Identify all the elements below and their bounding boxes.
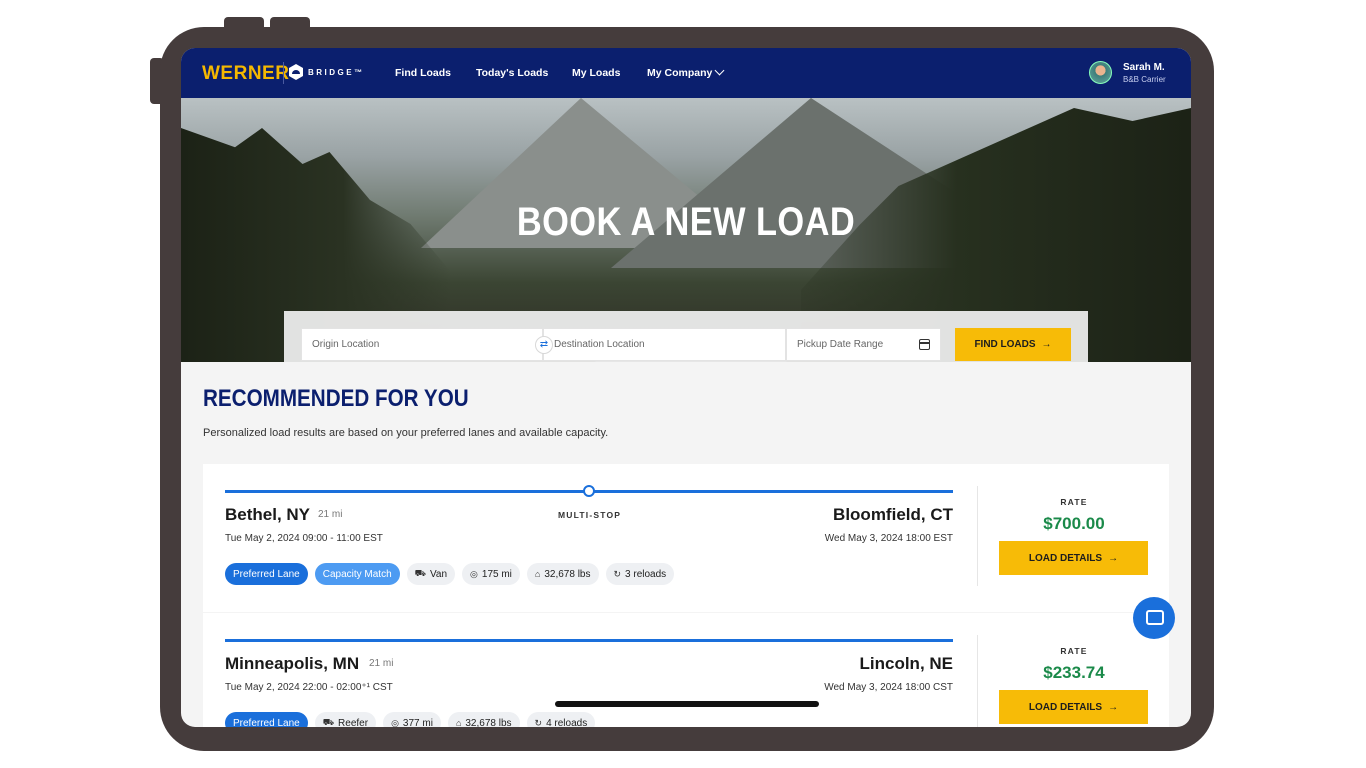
reloads-label: 4 reloads: [546, 717, 588, 728]
nav-find-loads[interactable]: Find Loads: [395, 67, 451, 79]
section-subtitle: Personalized load results are based on y…: [203, 427, 609, 439]
load-tags: Preferred Lane Capacity Match ⛟ Van ◎ 175 …: [225, 563, 675, 585]
route-line: [225, 639, 953, 642]
load-details-button[interactable]: LOAD DETAILS →: [999, 690, 1148, 724]
pickup-placeholder: Pickup Date Range: [797, 339, 884, 350]
route-icon: ◎: [470, 568, 478, 579]
arrow-right-icon: →: [1041, 339, 1052, 350]
weight-chip: ⌂ 32,678 lbs: [447, 712, 520, 728]
origin-city: Bethel, NY: [225, 505, 311, 524]
calendar-icon[interactable]: [919, 339, 930, 350]
pickup-datetime: Tue May 2, 2024 09:00 - 11:00 EST: [225, 533, 383, 544]
weight-label: 32,678 lbs: [544, 568, 591, 580]
bridge-logo-text: BRIDGE™: [308, 67, 365, 77]
top-nav: WERNER BRIDGE™ Find Loads Today's Loads …: [181, 48, 1191, 98]
origin-city: Minneapolis, MN: [225, 654, 360, 673]
nav-todays-loads[interactable]: Today's Loads: [476, 67, 548, 79]
home-indicator[interactable]: [555, 701, 819, 707]
distance-chip: ◎ 377 mi: [383, 712, 441, 727]
weight-icon: ⌂: [534, 569, 541, 579]
truck-icon: ⛟: [322, 717, 335, 727]
rate-value: $233.74: [1043, 663, 1105, 682]
pickup-date-input[interactable]: Pickup Date Range: [786, 328, 941, 361]
rate-label: RATE: [1060, 646, 1088, 656]
rate-label: RATE: [1060, 497, 1088, 507]
distance-label: 175 mi: [481, 568, 512, 580]
card-divider: [977, 486, 978, 586]
arrow-right-icon: →: [1108, 701, 1119, 713]
equipment-label: Reefer: [338, 717, 369, 728]
stop-marker: [583, 485, 595, 497]
nav-my-company[interactable]: My Company: [647, 67, 712, 79]
hero-title: BOOK A NEW LOAD: [516, 200, 856, 244]
destination-input[interactable]: Destination Location: [543, 328, 786, 361]
hero-banner: BOOK A NEW LOAD Origin Location Destinat…: [181, 98, 1191, 362]
equipment-chip: ⛟ Van: [406, 563, 456, 585]
equipment-label: Van: [429, 568, 448, 580]
find-loads-label: FIND LOADS: [974, 339, 1036, 350]
chat-icon[interactable]: [1133, 597, 1175, 639]
tag-preferred-lane: Preferred Lane: [225, 563, 308, 585]
distance-chip: ◎ 175 mi: [462, 563, 520, 585]
weight-icon: ⌂: [455, 718, 462, 727]
werner-logo[interactable]: WERNER: [202, 63, 289, 85]
nav-my-loads[interactable]: My Loads: [572, 67, 620, 79]
route-icon: ◎: [391, 717, 399, 728]
multi-stop-label: MULTI-STOP: [558, 510, 622, 520]
logo-divider: [283, 62, 284, 84]
distance-label: 377 mi: [402, 717, 433, 728]
tag-capacity-match: Capacity Match: [314, 563, 400, 585]
destination-city: Lincoln, NE: [859, 654, 954, 673]
bridge-hex-icon: [289, 64, 303, 80]
load-card[interactable]: Minneapolis, MN 21 mi Lincoln, NE Tue Ma…: [203, 613, 1169, 727]
origin-miles: 21 mi: [369, 658, 394, 669]
weight-label: 32,678 lbs: [465, 717, 512, 728]
reload-icon: ↻: [613, 568, 622, 579]
origin-input[interactable]: Origin Location: [301, 328, 543, 361]
load-details-label: LOAD DETAILS: [1028, 552, 1103, 564]
reloads-chip: ↻ 3 reloads: [605, 563, 675, 585]
bridge-logo: BRIDGE™: [289, 64, 365, 80]
origin-miles: 21 mi: [318, 509, 343, 520]
chevron-down-icon[interactable]: [714, 65, 725, 76]
load-search-panel: Origin Location Destination Location ⇄ P…: [284, 311, 1088, 362]
reloads-label: 3 reloads: [625, 568, 667, 580]
user-company: B&B Carrier: [1123, 75, 1166, 84]
arrow-right-icon: →: [1108, 552, 1119, 564]
load-details-button[interactable]: LOAD DETAILS →: [999, 541, 1148, 575]
dropoff-datetime: Wed May 3, 2024 18:00 CST: [824, 682, 953, 693]
user-name[interactable]: Sarah M.: [1123, 62, 1165, 73]
load-tags: Preferred Lane ⛟ Reefer ◎ 377 mi ⌂ 32,678 l…: [225, 712, 596, 728]
reloads-chip: ↻ 4 reloads: [526, 712, 596, 728]
weight-chip: ⌂ 32,678 lbs: [526, 563, 599, 585]
card-divider: [977, 635, 978, 727]
load-details-label: LOAD DETAILS: [1028, 701, 1103, 713]
destination-placeholder: Destination Location: [554, 339, 645, 350]
reload-icon: ↻: [534, 717, 543, 728]
avatar[interactable]: [1089, 61, 1112, 84]
truck-icon: ⛟: [414, 568, 426, 578]
find-loads-button[interactable]: FIND LOADS →: [955, 328, 1071, 361]
section-title: RECOMMENDED FOR YOU: [203, 385, 469, 412]
app-screen: WERNER BRIDGE™ Find Loads Today's Loads …: [181, 48, 1191, 727]
swap-icon[interactable]: ⇄: [535, 336, 553, 354]
load-card[interactable]: Bethel, NY 21 mi MULTI-STOP Bloomfield, …: [203, 464, 1169, 612]
origin-placeholder: Origin Location: [312, 339, 380, 350]
destination-city: Bloomfield, CT: [833, 505, 953, 524]
dropoff-datetime: Wed May 3, 2024 18:00 EST: [824, 533, 953, 544]
equipment-chip: ⛟ Reefer: [314, 712, 377, 728]
tag-preferred-lane: Preferred Lane: [225, 712, 308, 727]
pickup-datetime: Tue May 2, 2024 22:00 - 02:00⁺¹ CST: [225, 682, 393, 693]
rate-value: $700.00: [1043, 514, 1105, 533]
